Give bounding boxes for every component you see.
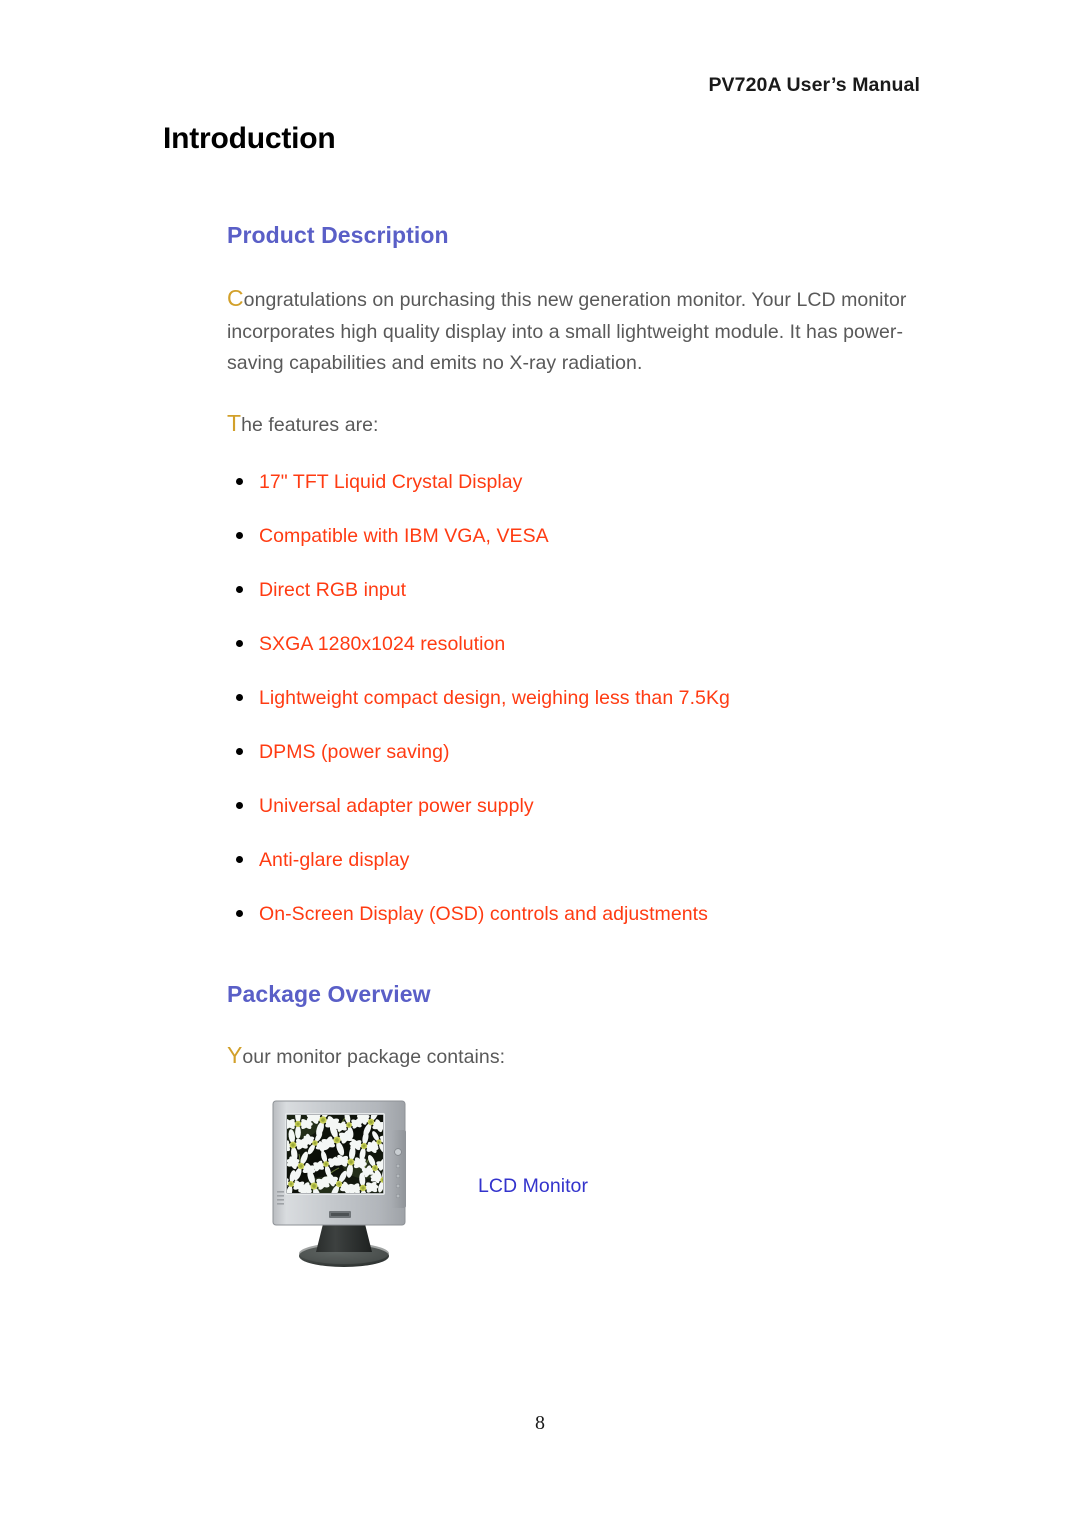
list-item: Anti-glare display <box>227 847 927 901</box>
osd-button-icon[interactable] <box>395 1163 401 1169</box>
list-item-label: SXGA 1280x1024 resolution <box>259 633 506 655</box>
bullet-icon <box>236 586 243 593</box>
bullet-icon <box>236 802 243 809</box>
section-heading-package-overview: Package Overview <box>227 981 431 1007</box>
list-item: On-Screen Display (OSD) controls and adj… <box>227 901 927 955</box>
bullet-icon <box>236 694 243 701</box>
product-description-paragraph: Congratulations on purchasing this new g… <box>227 285 927 380</box>
list-item-label: DPMS (power saving) <box>259 741 450 763</box>
list-item-label: On-Screen Display (OSD) controls and adj… <box>259 903 708 925</box>
list-item: DPMS (power saving) <box>227 739 927 793</box>
list-item: Universal adapter power supply <box>227 793 927 847</box>
list-item-label: Compatible with IBM VGA, VESA <box>259 525 549 547</box>
list-item-label: Direct RGB input <box>259 579 407 601</box>
dropcap-letter: C <box>227 285 244 311</box>
bullet-icon <box>236 532 243 539</box>
features-lead-text: he features are: <box>241 413 379 436</box>
osd-button-icon[interactable] <box>395 1183 401 1189</box>
list-item: Direct RGB input <box>227 577 927 631</box>
list-item-label: Lightweight compact design, weighing les… <box>259 687 730 709</box>
package-overview-paragraph: Your monitor package contains: <box>227 1042 927 1074</box>
bullet-icon <box>236 478 243 485</box>
product-description-text: ongratulations on purchasing this new ge… <box>227 289 907 374</box>
bullet-icon <box>236 748 243 755</box>
dropcap-letter: Y <box>227 1042 243 1068</box>
feature-list: 17" TFT Liquid Crystal Display Compatibl… <box>227 469 927 955</box>
manual-page: PV720A User’s Manual Introduction Produc… <box>0 0 1080 1528</box>
list-item-label: 17" TFT Liquid Crystal Display <box>259 471 523 493</box>
monitor-stand-neck <box>316 1224 372 1252</box>
package-figure-row: LCD Monitor <box>265 1098 885 1273</box>
power-button-icon[interactable] <box>394 1148 402 1156</box>
list-item: Compatible with IBM VGA, VESA <box>227 523 927 577</box>
list-item: Lightweight compact design, weighing les… <box>227 685 927 739</box>
package-overview-text: our monitor package contains: <box>242 1046 506 1068</box>
section-heading-product-description: Product Description <box>227 222 449 248</box>
osd-button-icon[interactable] <box>395 1193 401 1199</box>
list-item-label: Anti-glare display <box>259 849 410 871</box>
page-number: 8 <box>535 1412 545 1434</box>
dropcap-letter: T <box>227 409 242 436</box>
osd-button-icon[interactable] <box>395 1173 401 1179</box>
content-column: Product Description Congratulations on p… <box>227 222 927 1074</box>
running-header: PV720A User’s Manual <box>708 74 920 96</box>
lcd-monitor-image <box>272 1100 406 1267</box>
features-lead-paragraph: The features are: <box>227 410 927 442</box>
list-item: SXGA 1280x1024 resolution <box>227 631 927 685</box>
list-item: 17" TFT Liquid Crystal Display <box>227 469 927 523</box>
figure-caption-lcd-monitor: LCD Monitor <box>478 1175 588 1197</box>
list-item-label: Universal adapter power supply <box>259 795 534 817</box>
bullet-icon <box>236 640 243 647</box>
bullet-icon <box>236 856 243 863</box>
page-title: Introduction <box>163 122 336 155</box>
bullet-icon <box>236 910 243 917</box>
